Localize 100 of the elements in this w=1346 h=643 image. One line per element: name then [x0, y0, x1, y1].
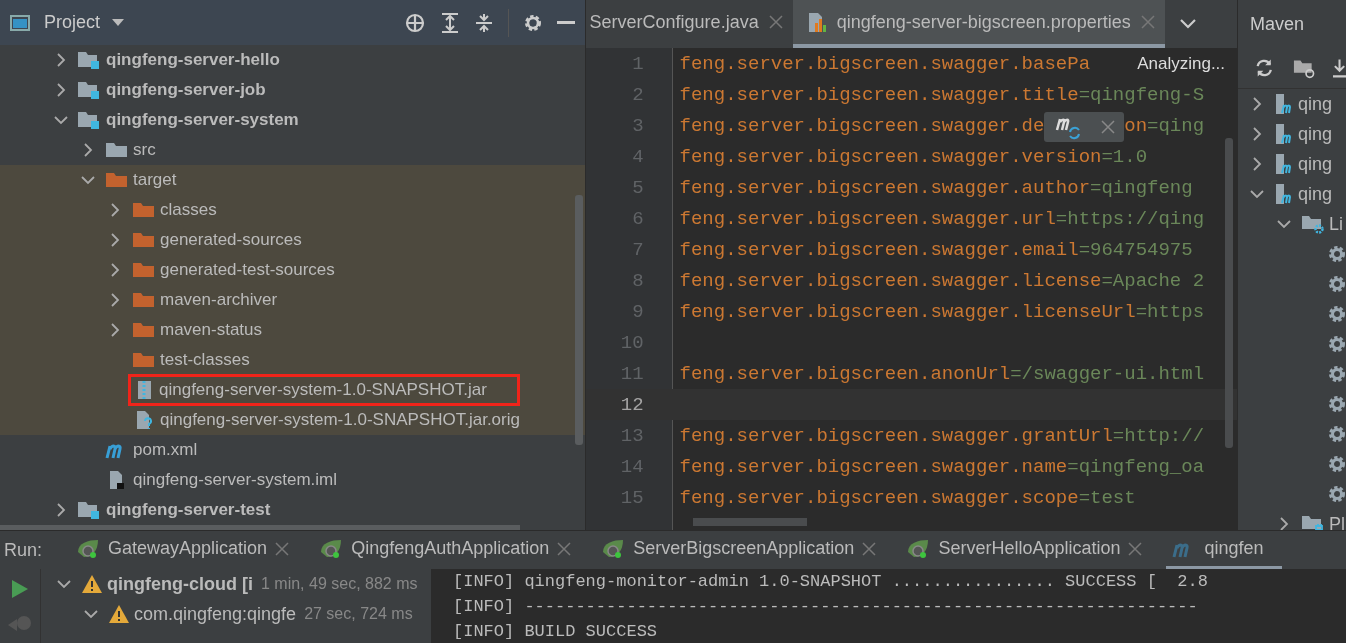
leaf-gear-icon: [601, 537, 626, 560]
tree-item[interactable]: target: [133, 170, 177, 190]
property-key: feng.server.bigscreen.swagger.scope: [679, 486, 1079, 509]
property-key: feng.server.bigscreen.swagger.version: [679, 145, 1102, 168]
chevron-icon[interactable]: [110, 293, 120, 307]
close-icon[interactable]: [275, 541, 290, 556]
maven-tree-item[interactable]: qing: [1298, 183, 1333, 205]
close-icon[interactable]: [1100, 119, 1115, 134]
play-icon[interactable]: [11, 579, 29, 599]
chevron-icon[interactable]: [110, 233, 120, 247]
chevron-icon[interactable]: [110, 263, 120, 277]
maven-tree-item[interactable]: qing: [1298, 93, 1333, 115]
tree-item[interactable]: qingfeng-server-system: [106, 110, 299, 130]
chevron-icon[interactable]: [1279, 517, 1290, 530]
reload-icon[interactable]: [1254, 57, 1275, 79]
tree-item[interactable]: generated-test-sources: [160, 260, 335, 280]
property-key: feng.server.bigscreen.swagger.title: [679, 83, 1079, 106]
run-tab[interactable]: QingfengAuthApplication: [313, 531, 590, 569]
maven-tree-item[interactable]: Li: [1329, 213, 1344, 235]
build-duration: 1 min, 49 sec, 882 ms: [260, 575, 418, 593]
collapse-all-icon[interactable]: [473, 11, 494, 34]
build-step[interactable]: qingfeng-cloud [i: [107, 573, 253, 595]
folder-icon: [132, 320, 156, 340]
gear-icon: [1328, 245, 1346, 263]
locate-icon[interactable]: [403, 11, 426, 34]
chevron-icon[interactable]: [83, 143, 93, 157]
close-icon[interactable]: [768, 15, 783, 29]
download-icon[interactable]: [1332, 57, 1346, 79]
folder-icon: [105, 140, 129, 160]
run-tab[interactable]: ServerBigscreenApplication: [595, 531, 895, 569]
chevron-icon[interactable]: [81, 175, 95, 185]
tree-item[interactable]: maven-status: [160, 320, 263, 340]
chevron-icon[interactable]: [54, 115, 68, 125]
property-key: feng.server.bigscreen.swagger.email: [679, 238, 1079, 261]
maven-reload-popup[interactable]: [1044, 111, 1125, 142]
folder-icon: [132, 290, 156, 310]
property-value: =https://qing: [1055, 207, 1205, 230]
property-key: feng.server.bigscreen.swagger.license: [679, 269, 1102, 292]
gear-icon: [1328, 275, 1346, 293]
run-label: Run:: [4, 539, 43, 561]
minimize-icon[interactable]: [556, 20, 575, 25]
tree-item[interactable]: generated-sources: [160, 230, 302, 250]
property-value: =/swagger-ui.html: [1010, 362, 1205, 385]
chevron-icon[interactable]: [1277, 219, 1292, 229]
gear-icon: [1328, 365, 1346, 383]
project-window-icon: [10, 14, 30, 31]
project-view-dropdown[interactable]: Project: [44, 12, 125, 33]
chevron-icon[interactable]: [57, 579, 71, 589]
tree-item[interactable]: qingfeng-server-test: [106, 500, 271, 520]
build-step[interactable]: com.qingfeng:qingfe: [134, 603, 297, 625]
folder-icon: [132, 260, 156, 280]
scrollbar[interactable]: [0, 525, 520, 530]
tree-item[interactable]: qingfeng-server-system.iml: [133, 470, 338, 490]
chevron-icon[interactable]: [1252, 97, 1263, 111]
chevron-icon[interactable]: [110, 203, 120, 217]
property-key: feng.server.bigscreen.swagger.de: [679, 114, 1045, 137]
tree-item[interactable]: pom.xml: [133, 440, 198, 460]
chevron-icon[interactable]: [1250, 189, 1265, 199]
property-value: =qingfeng: [1090, 176, 1193, 199]
console-line: [INFO] BUILD SUCCESS: [453, 621, 659, 643]
tree-item[interactable]: qingfeng-server-job: [106, 80, 266, 100]
folder-icon: [132, 230, 156, 250]
scrollbar[interactable]: [574, 195, 583, 445]
tree-item[interactable]: maven-archiver: [160, 290, 278, 310]
chevron-icon[interactable]: [84, 609, 98, 619]
chevron-icon[interactable]: [56, 503, 66, 517]
tree-item[interactable]: classes: [160, 200, 217, 220]
property-value: =964754975: [1078, 238, 1193, 261]
tree-item[interactable]: qingfeng-server-hello: [106, 50, 280, 70]
close-icon[interactable]: [1128, 541, 1143, 556]
property-key: feng.server.bigscreen.swagger.url: [679, 207, 1056, 230]
close-icon[interactable]: [862, 541, 877, 556]
chevron-icon[interactable]: [1252, 157, 1263, 171]
tree-item[interactable]: test-classes: [160, 350, 250, 370]
gear-icon: [1328, 425, 1346, 443]
leaf-gear-icon: [906, 537, 931, 560]
scrollbar[interactable]: [692, 518, 807, 526]
console-line: [INFO] ------------------------------------------------------------------: [453, 596, 1199, 618]
gear-icon: [1328, 455, 1346, 473]
maven-tree-item[interactable]: qing: [1298, 123, 1333, 145]
run-tab[interactable]: GatewayApplication: [70, 531, 308, 569]
chevron-icon[interactable]: [1252, 127, 1263, 141]
property-value: =qing: [1147, 114, 1205, 137]
maven-tree-item[interactable]: qing: [1298, 153, 1333, 175]
property-key: feng.server.bigscreen.swagger.grantUrl: [679, 424, 1113, 447]
run-tab[interactable]: ServerHelloApplication: [900, 531, 1161, 569]
maven-tree-item[interactable]: Pl: [1329, 513, 1346, 530]
close-icon[interactable]: [557, 541, 572, 556]
chevron-icon[interactable]: [56, 83, 66, 97]
editor-tab[interactable]: qingfeng-server-bigscreen.properties: [792, 0, 1165, 48]
chevron-icon[interactable]: [56, 53, 66, 67]
property-key: feng.server.bigscreen.swagger.author: [679, 176, 1091, 199]
settings-icon[interactable]: [522, 12, 543, 33]
console-line: [INFO] qingfeng-monitor-admin 1.0-SNAPSHOT ................ SUCCESS [ 2.8: [453, 571, 1209, 593]
property-key: on: [1124, 114, 1148, 137]
tree-item[interactable]: src: [133, 140, 156, 160]
scrollbar[interactable]: [1225, 138, 1234, 448]
chevron-down-icon[interactable]: [1178, 18, 1197, 30]
chevron-icon[interactable]: [110, 323, 120, 337]
expand-all-icon[interactable]: [439, 11, 460, 34]
